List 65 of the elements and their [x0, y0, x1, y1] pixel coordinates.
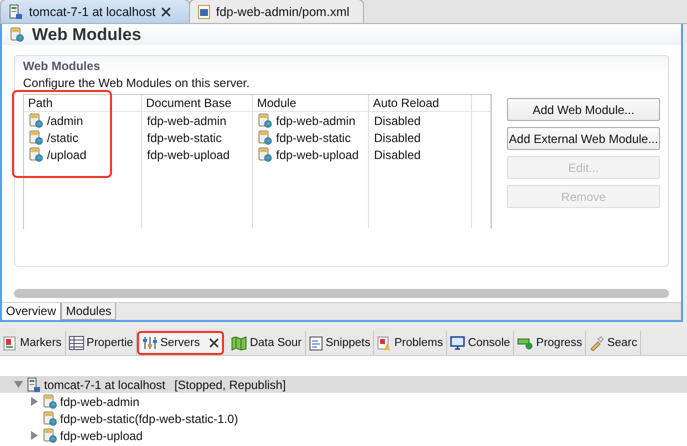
table-cell: Disabled — [369, 146, 472, 163]
module-icon — [29, 130, 43, 145]
horizontal-scrollbar[interactable] — [14, 289, 669, 298]
problem-icon — [377, 336, 392, 350]
table-cell: fdp-web-admin — [253, 112, 369, 129]
table-cell: fdp-web-upload — [253, 146, 369, 163]
module-icon — [29, 147, 43, 162]
server-icon — [27, 376, 41, 392]
module-icon — [43, 394, 57, 409]
module-icon — [29, 113, 43, 128]
column-header[interactable]: Module — [253, 95, 369, 112]
column-header[interactable]: Auto Reload — [369, 95, 472, 112]
table-cell: Disabled — [369, 129, 472, 146]
table-cell: /admin — [24, 112, 142, 129]
table-icon — [68, 336, 84, 350]
monitor-icon — [450, 336, 465, 350]
table-cell: fdp-web-upload — [142, 146, 253, 163]
view-tab[interactable]: Snippets — [306, 331, 374, 355]
tree-label: fdp-web-upload — [60, 428, 143, 442]
close-icon[interactable] — [208, 338, 219, 348]
collapsed-arrow-icon[interactable] — [30, 396, 38, 406]
table-cell: fdp-web-admin — [142, 112, 253, 129]
maven-file-icon — [198, 4, 210, 18]
section-description: Configure the Web Modules on this server. — [23, 75, 251, 92]
view-tab[interactable]: Propertie — [66, 331, 138, 355]
module-icon — [43, 411, 57, 426]
map-icon — [230, 336, 247, 350]
collapsed-arrow-icon[interactable] — [30, 430, 38, 440]
editor-tab[interactable]: tomcat-7-1 at localhost — [0, 0, 190, 23]
tree-label: fdp-web-admin — [60, 394, 140, 408]
marker-icon — [3, 336, 17, 350]
page-tab[interactable]: Overview — [2, 303, 62, 320]
module-icon — [258, 113, 272, 128]
tree-row[interactable]: fdp-web-static(fdp-web-static-1.0) — [0, 410, 687, 427]
module-icon — [258, 130, 272, 145]
table-cell: /upload — [24, 146, 142, 163]
expanded-arrow-icon[interactable] — [14, 380, 22, 388]
server-icon — [9, 4, 23, 20]
snippet-icon — [308, 336, 323, 350]
progress-icon — [517, 336, 534, 350]
column-header[interactable]: Document Base — [142, 95, 253, 112]
module-icon — [258, 147, 272, 162]
page-tab[interactable]: Modules — [61, 303, 116, 320]
table-cell: Disabled — [369, 112, 472, 129]
module-icon — [10, 27, 24, 42]
tree-row[interactable]: tomcat-7-1 at localhost [Stopped, Republish] — [0, 376, 687, 393]
table-cell: fdp-web-static — [253, 129, 369, 146]
table-cell: /static — [24, 129, 142, 146]
tree-row[interactable]: fdp-web-upload — [0, 427, 687, 444]
column-header[interactable]: Path — [24, 95, 142, 112]
server-status: [Stopped, Republish] — [174, 378, 286, 392]
action-button[interactable]: Add External Web Module... — [507, 127, 660, 150]
editor-tab[interactable]: fdp-web-admin/pom.xml — [189, 0, 364, 23]
tree-label: fdp-web-static(fdp-web-static-1.0) — [60, 412, 238, 426]
sliders-icon — [142, 336, 158, 350]
page-title: Web Modules — [32, 24, 142, 44]
tree-row[interactable]: fdp-web-admin — [0, 393, 687, 410]
table-cell: fdp-web-static — [142, 129, 253, 146]
section-title: Web Modules — [23, 58, 102, 75]
flashlight-icon — [589, 336, 604, 350]
view-tab[interactable]: Servers — [137, 331, 224, 355]
close-icon[interactable] — [161, 6, 172, 16]
action-button[interactable]: Add Web Module... — [507, 98, 660, 121]
tree-label: tomcat-7-1 at localhost — [44, 378, 166, 392]
module-icon — [43, 428, 57, 443]
